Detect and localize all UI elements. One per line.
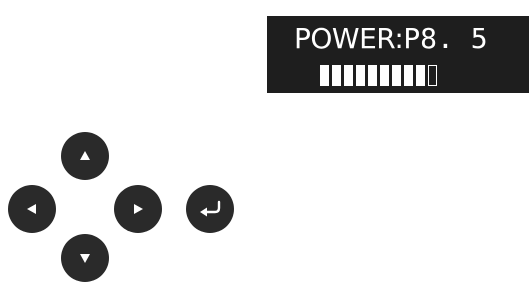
right-button[interactable] <box>114 185 162 233</box>
power-bar-segment-filled <box>344 65 353 86</box>
power-bar-segment-filled <box>368 65 377 86</box>
up-arrow-icon <box>80 151 90 160</box>
left-arrow-icon <box>27 204 36 214</box>
power-bar-segment-filled <box>416 65 425 86</box>
down-arrow-icon <box>80 254 90 263</box>
right-arrow-icon <box>134 204 143 214</box>
power-bar-segment-filled <box>332 65 341 86</box>
power-level-bar <box>320 62 437 86</box>
power-bar-segment-filled <box>380 65 389 86</box>
power-bar-segment-filled <box>356 65 365 86</box>
down-button[interactable] <box>61 234 109 282</box>
power-bar-segment-filled <box>392 65 401 86</box>
power-readout: POWER: P8. 5 <box>294 22 488 56</box>
left-button[interactable] <box>8 185 56 233</box>
power-bar-segment-filled <box>320 65 329 86</box>
up-button[interactable] <box>61 132 109 180</box>
enter-return-icon <box>200 200 221 217</box>
power-bar-segment-filled <box>404 65 413 86</box>
power-bar-segment-empty <box>428 65 437 86</box>
power-display: POWER: P8. 5 <box>267 16 529 93</box>
power-label: POWER: <box>294 22 404 55</box>
enter-button[interactable] <box>186 185 234 233</box>
power-value: P8. 5 <box>403 22 488 55</box>
